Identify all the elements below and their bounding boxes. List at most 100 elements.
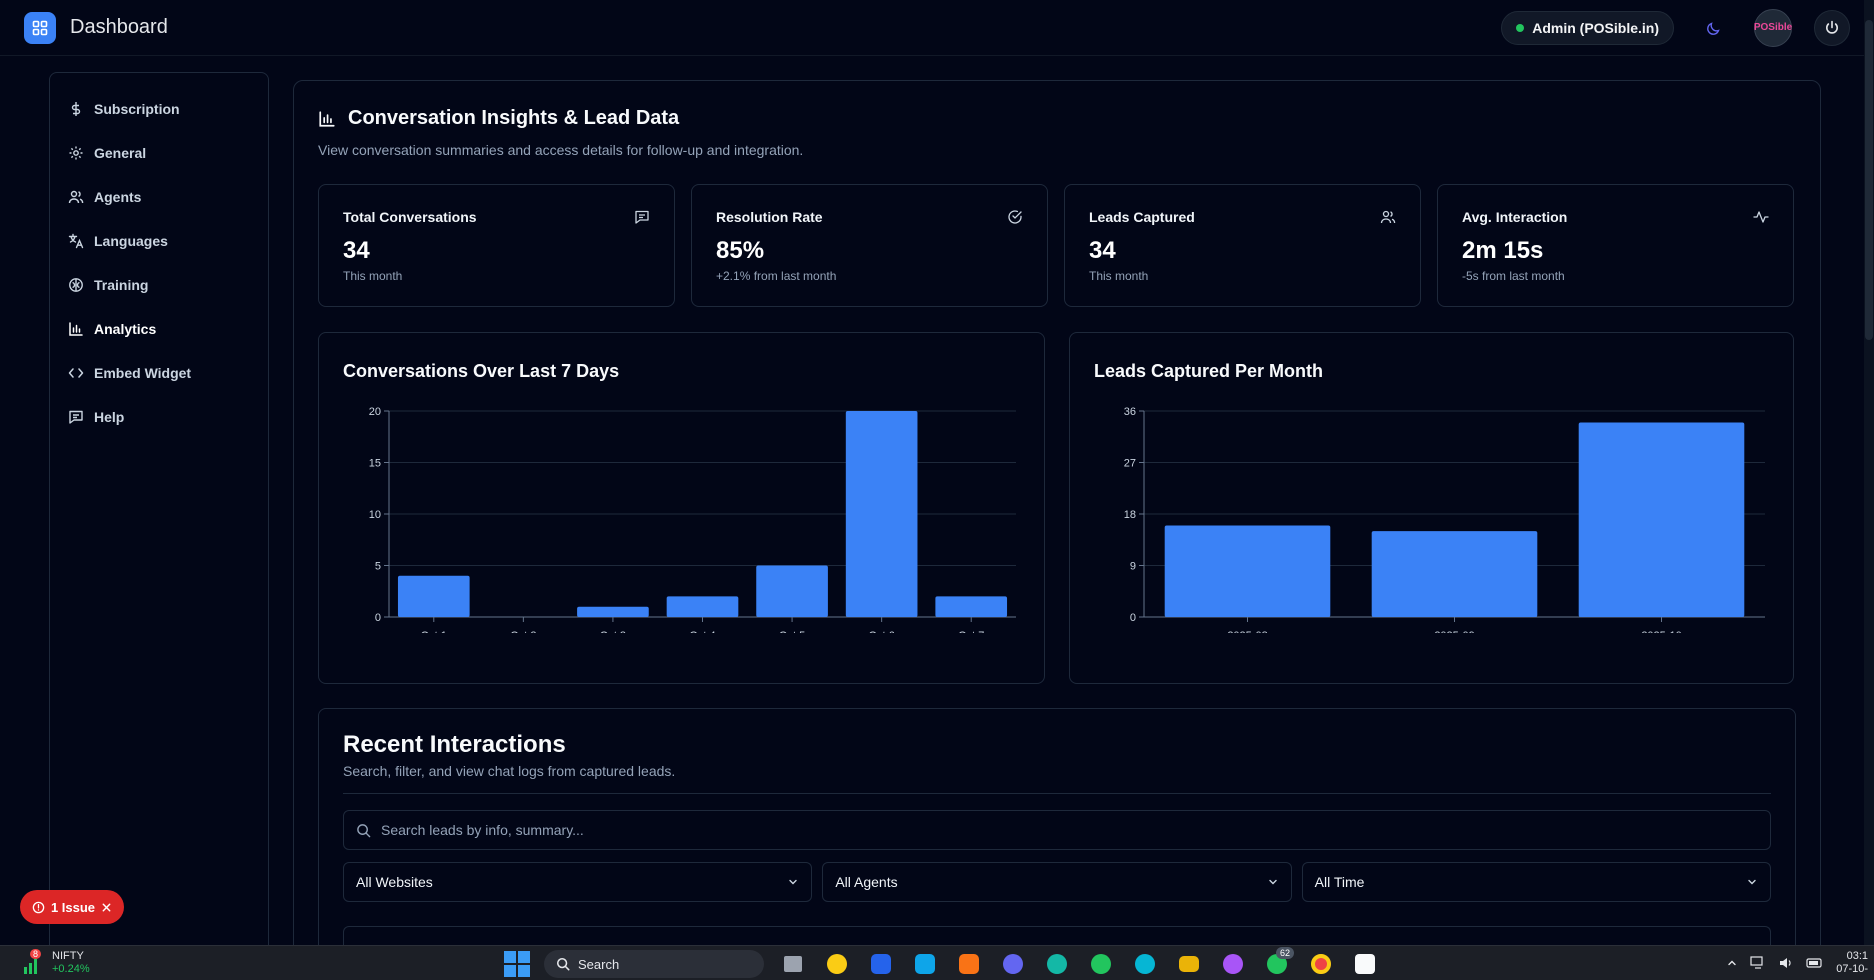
wave-app-icon[interactable]	[1130, 949, 1160, 979]
logout-button[interactable]	[1814, 9, 1850, 46]
microsoft-store-icon[interactable]	[910, 949, 940, 979]
stat-card-leads-captured: Leads Captured 34 This month	[1064, 184, 1421, 307]
bar-oct-5	[756, 565, 828, 617]
close-icon[interactable]	[101, 902, 112, 913]
clock-time: 03:1	[1846, 950, 1868, 962]
windows-start-icon[interactable]	[504, 951, 530, 977]
sidebar-item-general[interactable]: General	[68, 131, 250, 175]
sidebar-item-help[interactable]: Help	[68, 395, 250, 439]
time-filter-select[interactable]: All Time	[1301, 862, 1771, 902]
charts-row: Conversations Over Last 7 Days 0 5 10 15 20 O…	[318, 332, 1796, 684]
bar-2025-08	[1164, 525, 1331, 617]
file-explorer-icon[interactable]	[1174, 949, 1204, 979]
stat-value: 85%	[716, 237, 765, 264]
sidebar-item-embed-widget[interactable]: Embed Widget	[68, 351, 250, 395]
stat-note: This month	[343, 269, 403, 283]
bar-2025-09	[1371, 531, 1538, 617]
x-tick-label: Oct 5	[779, 630, 805, 633]
discord-icon[interactable]	[998, 949, 1028, 979]
sidebar-item-label: General	[94, 145, 147, 161]
alert-circle-icon	[32, 901, 45, 913]
stat-label: Total Conversations	[343, 209, 477, 225]
stat-note: This month	[1089, 269, 1149, 283]
avatar[interactable]: POSible	[1753, 8, 1793, 47]
network-icon[interactable]	[1750, 956, 1766, 970]
duck-app-icon[interactable]	[822, 949, 852, 979]
power-icon	[1826, 20, 1838, 34]
vscode-icon[interactable]	[866, 949, 896, 979]
os-taskbar: 8 NIFTY +0.24% Search 62 03:1 07-10-	[0, 945, 1874, 980]
sidebar-item-languages[interactable]: Languages	[68, 219, 250, 263]
scrollbar-thumb[interactable]	[1865, 20, 1873, 340]
theme-toggle-button[interactable]	[1696, 10, 1732, 46]
avatar-logo-text: POSible	[1753, 22, 1793, 33]
analytics-panel: Conversation Insights & Lead Data View c…	[293, 80, 1821, 980]
x-tick-label: 2025-08	[1227, 630, 1267, 633]
bar-oct-1	[397, 575, 470, 617]
brave-browser-icon[interactable]	[954, 949, 984, 979]
sidebar-item-label: Training	[94, 277, 149, 293]
agent-filter-select[interactable]: All Agents	[822, 862, 1292, 902]
chatgpt-icon[interactable]	[1350, 949, 1380, 979]
select-value: All Agents	[835, 874, 898, 890]
sidebar-item-label: Subscription	[94, 101, 180, 117]
sidebar-item-subscription[interactable]: Subscription	[68, 87, 250, 131]
ticker-name: NIFTY	[52, 950, 84, 962]
top-bar: Dashboard Admin (POSible.in) POSible	[0, 0, 1874, 56]
stock-ticker-widget[interactable]: 8 NIFTY +0.24%	[22, 949, 90, 976]
sidebar: Subscription General Agents Languages Tr…	[49, 72, 269, 972]
select-value: All Time	[1314, 874, 1365, 890]
sidebar-item-agents[interactable]: Agents	[68, 175, 250, 219]
volume-icon[interactable]	[1778, 956, 1794, 970]
gear-icon	[69, 146, 83, 160]
taskbar-search[interactable]: Search	[544, 950, 764, 978]
issues-badge[interactable]: 1 Issue	[20, 890, 124, 924]
chevron-down-icon	[789, 879, 798, 885]
y-tick-label: 15	[369, 458, 381, 470]
edge-browser-icon[interactable]	[1042, 949, 1072, 979]
sidebar-item-label: Agents	[94, 189, 142, 205]
stat-value: 34	[1089, 237, 1116, 264]
search-placeholder: Search leads by info, summary...	[381, 822, 584, 838]
users-icon	[68, 190, 84, 204]
page-scrollbar[interactable]	[1864, 0, 1874, 945]
chevron-down-icon	[1268, 879, 1277, 885]
chevron-up-icon[interactable]	[1726, 957, 1738, 969]
y-tick-label: 0	[375, 612, 381, 624]
website-filter-select[interactable]: All Websites	[343, 862, 813, 902]
battery-icon[interactable]	[1806, 956, 1824, 970]
stat-note: -5s from last month	[1462, 269, 1565, 283]
system-tray: 03:1 07-10-	[1726, 950, 1868, 976]
online-status-dot	[1516, 23, 1525, 32]
whatsapp-badge: 62	[1275, 947, 1294, 959]
sidebar-item-analytics[interactable]: Analytics	[68, 307, 250, 351]
stat-value: 2m 15s	[1462, 237, 1544, 264]
admin-status-pill[interactable]: Admin (POSible.in)	[1501, 10, 1674, 45]
translate-icon	[68, 233, 84, 249]
stat-note: +2.1% from last month	[716, 269, 837, 283]
task-view-icon[interactable]	[778, 949, 808, 979]
github-icon[interactable]	[1218, 949, 1248, 979]
search-icon	[357, 823, 371, 837]
stat-label: Leads Captured	[1089, 209, 1195, 225]
search-icon	[556, 957, 570, 971]
section-subtitle: Search, filter, and view chat logs from …	[343, 763, 1771, 794]
chrome-icon[interactable]	[1306, 949, 1336, 979]
y-tick-label: 20	[369, 406, 381, 418]
issues-label: 1 Issue	[50, 899, 96, 915]
taskbar-search-label: Search	[578, 956, 620, 972]
whatsapp-icon[interactable]: 62	[1262, 947, 1294, 979]
bar-oct-6	[845, 411, 918, 617]
brand[interactable]: Dashboard	[24, 11, 168, 44]
bar-2025-10	[1578, 422, 1745, 617]
x-tick-label: Oct 3	[600, 630, 626, 633]
stat-label: Avg. Interaction	[1462, 209, 1568, 225]
chart-card-conversations: Conversations Over Last 7 Days 0 5 10 15 20 O…	[318, 332, 1045, 684]
sidebar-item-training[interactable]: Training	[68, 263, 250, 307]
system-clock[interactable]: 03:1 07-10-	[1836, 950, 1868, 976]
leads-search-input[interactable]: Search leads by info, summary...	[343, 810, 1771, 850]
admin-label: Admin (POSible.in)	[1532, 19, 1659, 36]
recent-interactions-section: Recent Interactions Search, filter, and …	[318, 708, 1796, 980]
x-tick-label: Oct 7	[958, 630, 984, 633]
spotify-icon[interactable]	[1086, 949, 1116, 979]
